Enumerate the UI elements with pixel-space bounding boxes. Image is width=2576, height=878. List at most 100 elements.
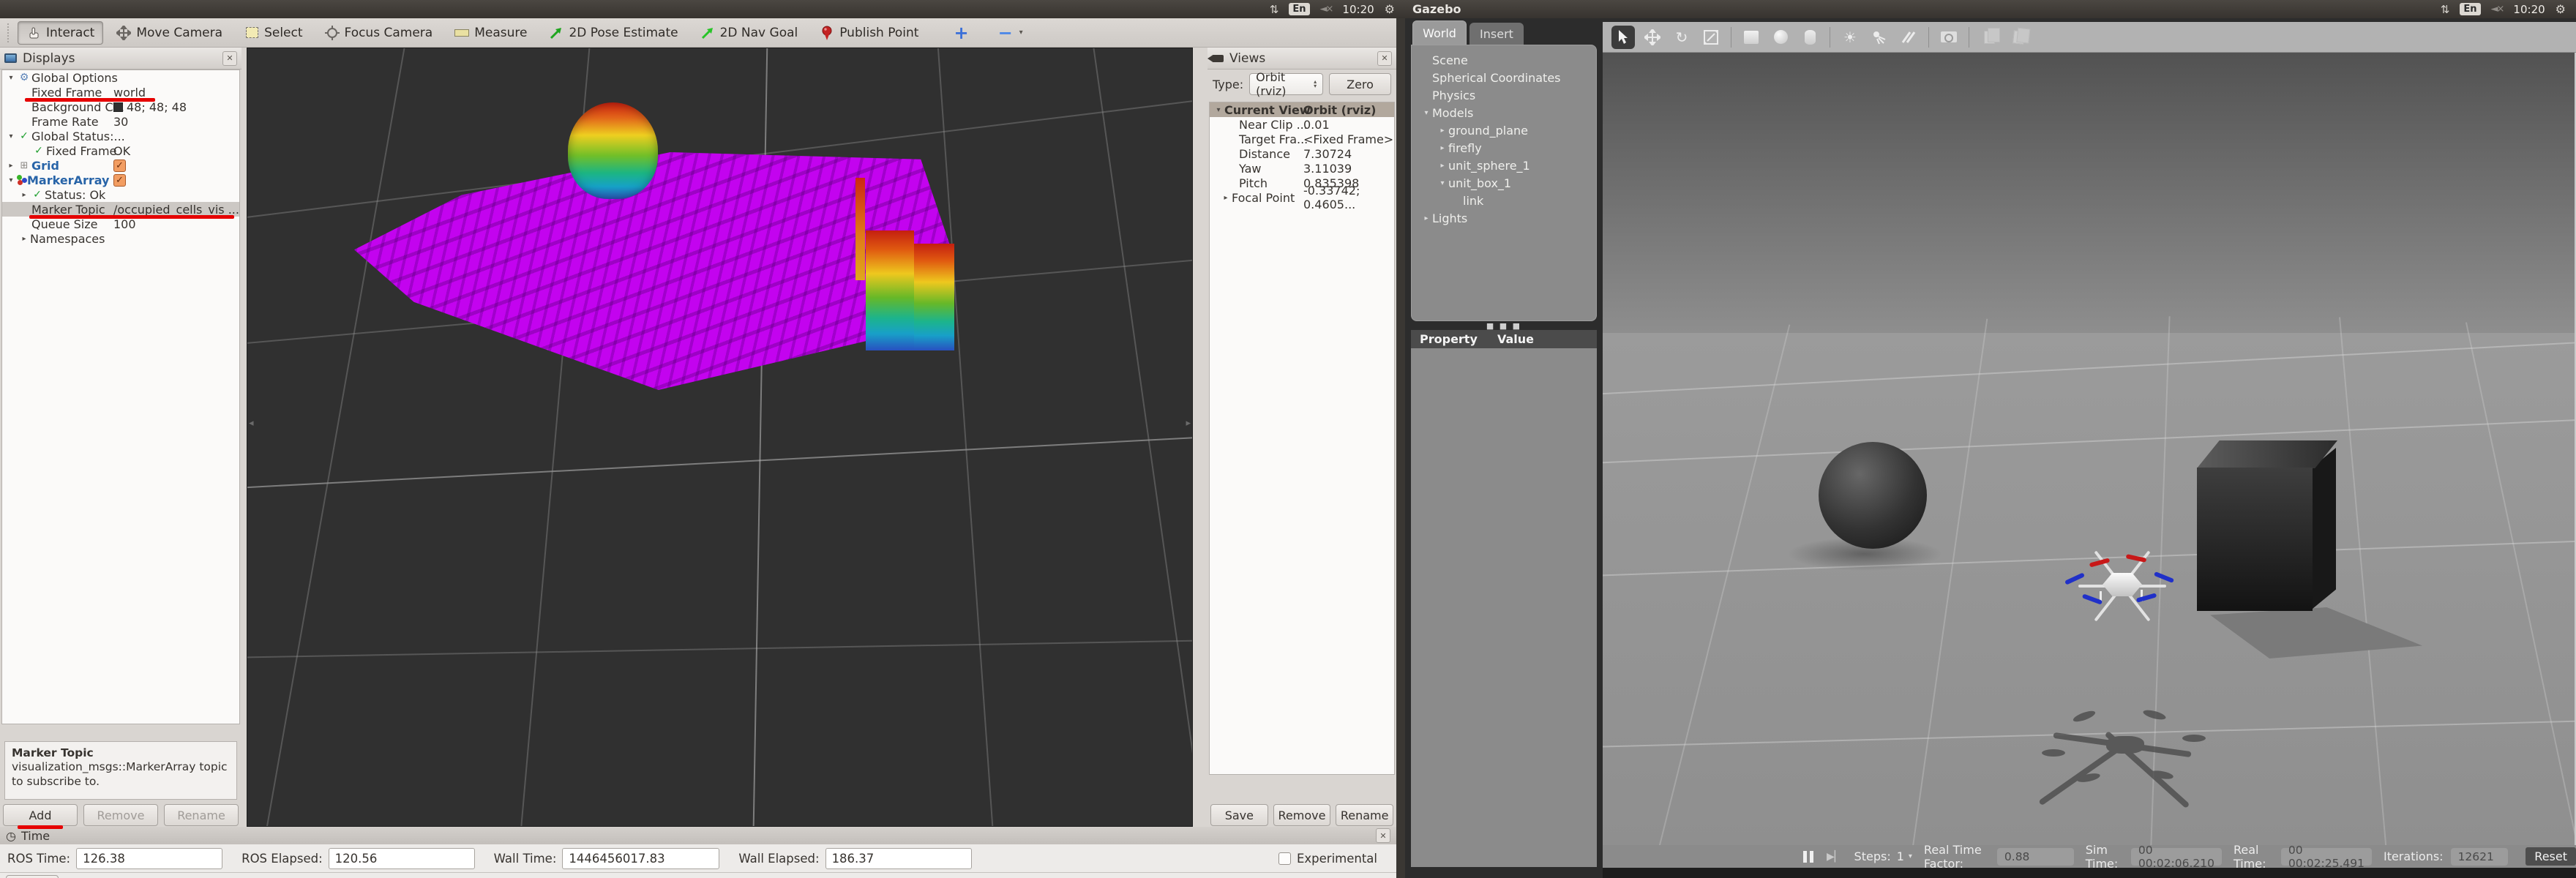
unit-box-model[interactable] (2197, 468, 2313, 611)
network-icon[interactable]: ⇅ (1270, 3, 1279, 16)
reset-simulation-button[interactable]: Reset (2526, 847, 2576, 866)
tree-row-distance[interactable]: Distance 7.30724 (1210, 146, 1394, 161)
row-value[interactable]: 3.11039 (1303, 161, 1352, 176)
tree-row-fixed-frame[interactable]: Fixed Frame world (2, 85, 239, 100)
nav-goal-tool-button[interactable]: 2D Nav Goal (692, 21, 807, 45)
tree-row-queue-size[interactable]: Queue Size 100 (2, 217, 239, 231)
tree-row-target-frame[interactable]: Target Fra... <Fixed Frame> (1210, 132, 1394, 146)
expander-icon[interactable]: ▾ (1213, 106, 1224, 114)
expander-icon[interactable]: ▸ (18, 235, 30, 243)
expander-icon[interactable]: ▸ (1437, 144, 1448, 152)
close-icon[interactable]: ✕ (1377, 50, 1392, 66)
move-camera-tool-button[interactable]: Move Camera (108, 21, 231, 45)
tab-world[interactable]: World (1412, 20, 1467, 45)
views-panel-header[interactable]: Views ✕ (1208, 48, 1396, 70)
spot-light-button[interactable] (1868, 26, 1891, 49)
rename-display-button[interactable]: Rename (164, 804, 239, 826)
view-type-dropdown[interactable]: Orbit (rviz) ▴ ▾ (1249, 70, 1324, 98)
tree-row-marker-array[interactable]: ▾ MarkerArray ✓ (2, 173, 239, 187)
ros-elapsed-input[interactable]: 120.56 (328, 847, 475, 869)
tree-row-frame-rate[interactable]: Frame Rate 30 (2, 114, 239, 129)
insert-cylinder-button[interactable] (1798, 26, 1821, 49)
iterations-field[interactable]: 12621 (2450, 847, 2509, 866)
tree-item-lights[interactable]: ▸ Lights (1412, 209, 1596, 227)
experimental-checkbox[interactable] (1278, 852, 1291, 865)
row-value[interactable]: -0.33742; 0.4605... (1303, 184, 1394, 211)
toolbar-grip[interactable] (7, 23, 10, 42)
rename-view-button[interactable]: Rename (1336, 804, 1394, 826)
tab-insert[interactable]: Insert (1469, 23, 1524, 45)
focus-camera-tool-button[interactable]: Focus Camera (316, 21, 442, 45)
tree-row-namespaces[interactable]: ▸ Namespaces (2, 231, 239, 246)
tree-row-focal-point[interactable]: ▸ Focal Point -0.33742; 0.4605... (1210, 184, 1394, 211)
wall-elapsed-input[interactable]: 186.37 (825, 847, 972, 869)
tree-item-models[interactable]: ▾ Models (1412, 104, 1596, 121)
close-icon[interactable]: ✕ (222, 50, 237, 66)
session-gear-icon[interactable]: ⚙ (2556, 2, 2566, 16)
select-mode-button[interactable] (1611, 25, 1635, 49)
keyboard-layout-indicator[interactable]: En (2460, 3, 2481, 15)
real-time-factor-field[interactable]: 0.88 (1996, 847, 2074, 866)
expander-icon[interactable]: ▸ (1437, 162, 1448, 170)
expander-icon[interactable]: ▸ (18, 191, 30, 199)
row-value[interactable]: world (113, 85, 146, 100)
expander-icon[interactable]: ▸ (1420, 214, 1432, 222)
steps-value[interactable]: 1 (1897, 849, 1904, 863)
select-tool-button[interactable]: Select (236, 21, 311, 45)
save-view-button[interactable]: Save (1210, 804, 1268, 826)
add-tool-button[interactable]: + (945, 21, 977, 45)
spinner-arrows-icon[interactable]: ▴ ▾ (1314, 78, 1317, 89)
muted-speaker-icon[interactable]: ◄× (1320, 4, 1334, 15)
checked-checkbox[interactable]: ✓ (113, 173, 126, 187)
reset-time-button[interactable]: Reset (6, 875, 59, 878)
add-display-button[interactable]: Add (3, 804, 78, 826)
unit-sphere-model[interactable] (1819, 442, 1927, 549)
row-value[interactable]: 30 (113, 114, 128, 129)
row-value[interactable]: 48; 48; 48 (113, 100, 187, 114)
tree-row-status-ok[interactable]: ▸ ✓ Status: Ok (2, 187, 239, 202)
remove-view-button[interactable]: Remove (1273, 804, 1331, 826)
expander-icon[interactable]: ▸ (5, 162, 17, 170)
insert-box-button[interactable] (1740, 26, 1763, 49)
tree-item-spherical-coordinates[interactable]: Spherical Coordinates (1412, 69, 1596, 86)
tree-item-unit-sphere-1[interactable]: ▸ unit_sphere_1 (1412, 157, 1596, 174)
row-value[interactable]: /occupied_cells_vis ... (113, 202, 239, 217)
expander-icon[interactable]: ▸ (1220, 194, 1232, 202)
expander-icon[interactable]: ▾ (5, 176, 17, 184)
tree-item-unit-box-1[interactable]: ▾ unit_box_1 (1412, 174, 1596, 192)
rotate-mode-button[interactable]: ↻ (1670, 26, 1693, 49)
paste-button[interactable] (2007, 26, 2030, 49)
zero-button[interactable]: Zero (1329, 73, 1392, 95)
tree-row-fixed-frame-status[interactable]: ✓ Fixed Frame OK (2, 143, 239, 158)
row-value[interactable]: 100 (113, 217, 136, 231)
keyboard-layout-indicator[interactable]: En (1289, 3, 1310, 15)
insert-sphere-button[interactable] (1769, 26, 1792, 49)
row-checkbox[interactable]: ✓ (113, 173, 126, 187)
tree-row-current-view[interactable]: ▾ Current View Orbit (rviz) (1210, 102, 1394, 117)
firefly-drone-model[interactable] (2064, 550, 2177, 622)
clock[interactable]: 10:20 (1342, 3, 1374, 16)
tree-row-yaw[interactable]: Yaw 3.11039 (1210, 161, 1394, 176)
ros-time-input[interactable]: 126.38 (76, 847, 223, 869)
translate-mode-button[interactable] (1641, 26, 1664, 49)
expander-icon[interactable]: ▾ (5, 132, 17, 140)
measure-tool-button[interactable]: Measure (446, 21, 536, 45)
publish-point-tool-button[interactable]: Publish Point (811, 21, 927, 45)
window-edge[interactable] (1396, 18, 1405, 878)
expander-icon[interactable]: ▸ (1437, 127, 1448, 135)
wall-time-input[interactable]: 1446456017.83 (562, 847, 720, 869)
point-light-button[interactable]: ☀ (1838, 26, 1862, 49)
tree-row-global-options[interactable]: ▾ ⚙ Global Options (2, 70, 239, 85)
displays-panel-header[interactable]: Displays ✕ (0, 48, 242, 70)
gazebo-3d-scene[interactable] (1603, 53, 2576, 845)
expander-icon[interactable]: ▾ (5, 74, 17, 82)
sim-time-field[interactable]: 00 00:02:06.210 (2130, 844, 2222, 870)
row-value[interactable]: 0.01 (1303, 117, 1330, 132)
tree-item-firefly[interactable]: ▸ firefly (1412, 139, 1596, 157)
row-value[interactable]: <Fixed Frame> (1303, 132, 1393, 146)
remove-display-button[interactable]: Remove (83, 804, 158, 826)
remove-tool-button[interactable]: − ▾ (989, 21, 1032, 45)
step-button[interactable]: ▶▏ (1827, 851, 1843, 863)
real-time-field[interactable]: 00 00:02:25.491 (2280, 844, 2372, 870)
row-checkbox[interactable]: ✓ (113, 158, 126, 173)
